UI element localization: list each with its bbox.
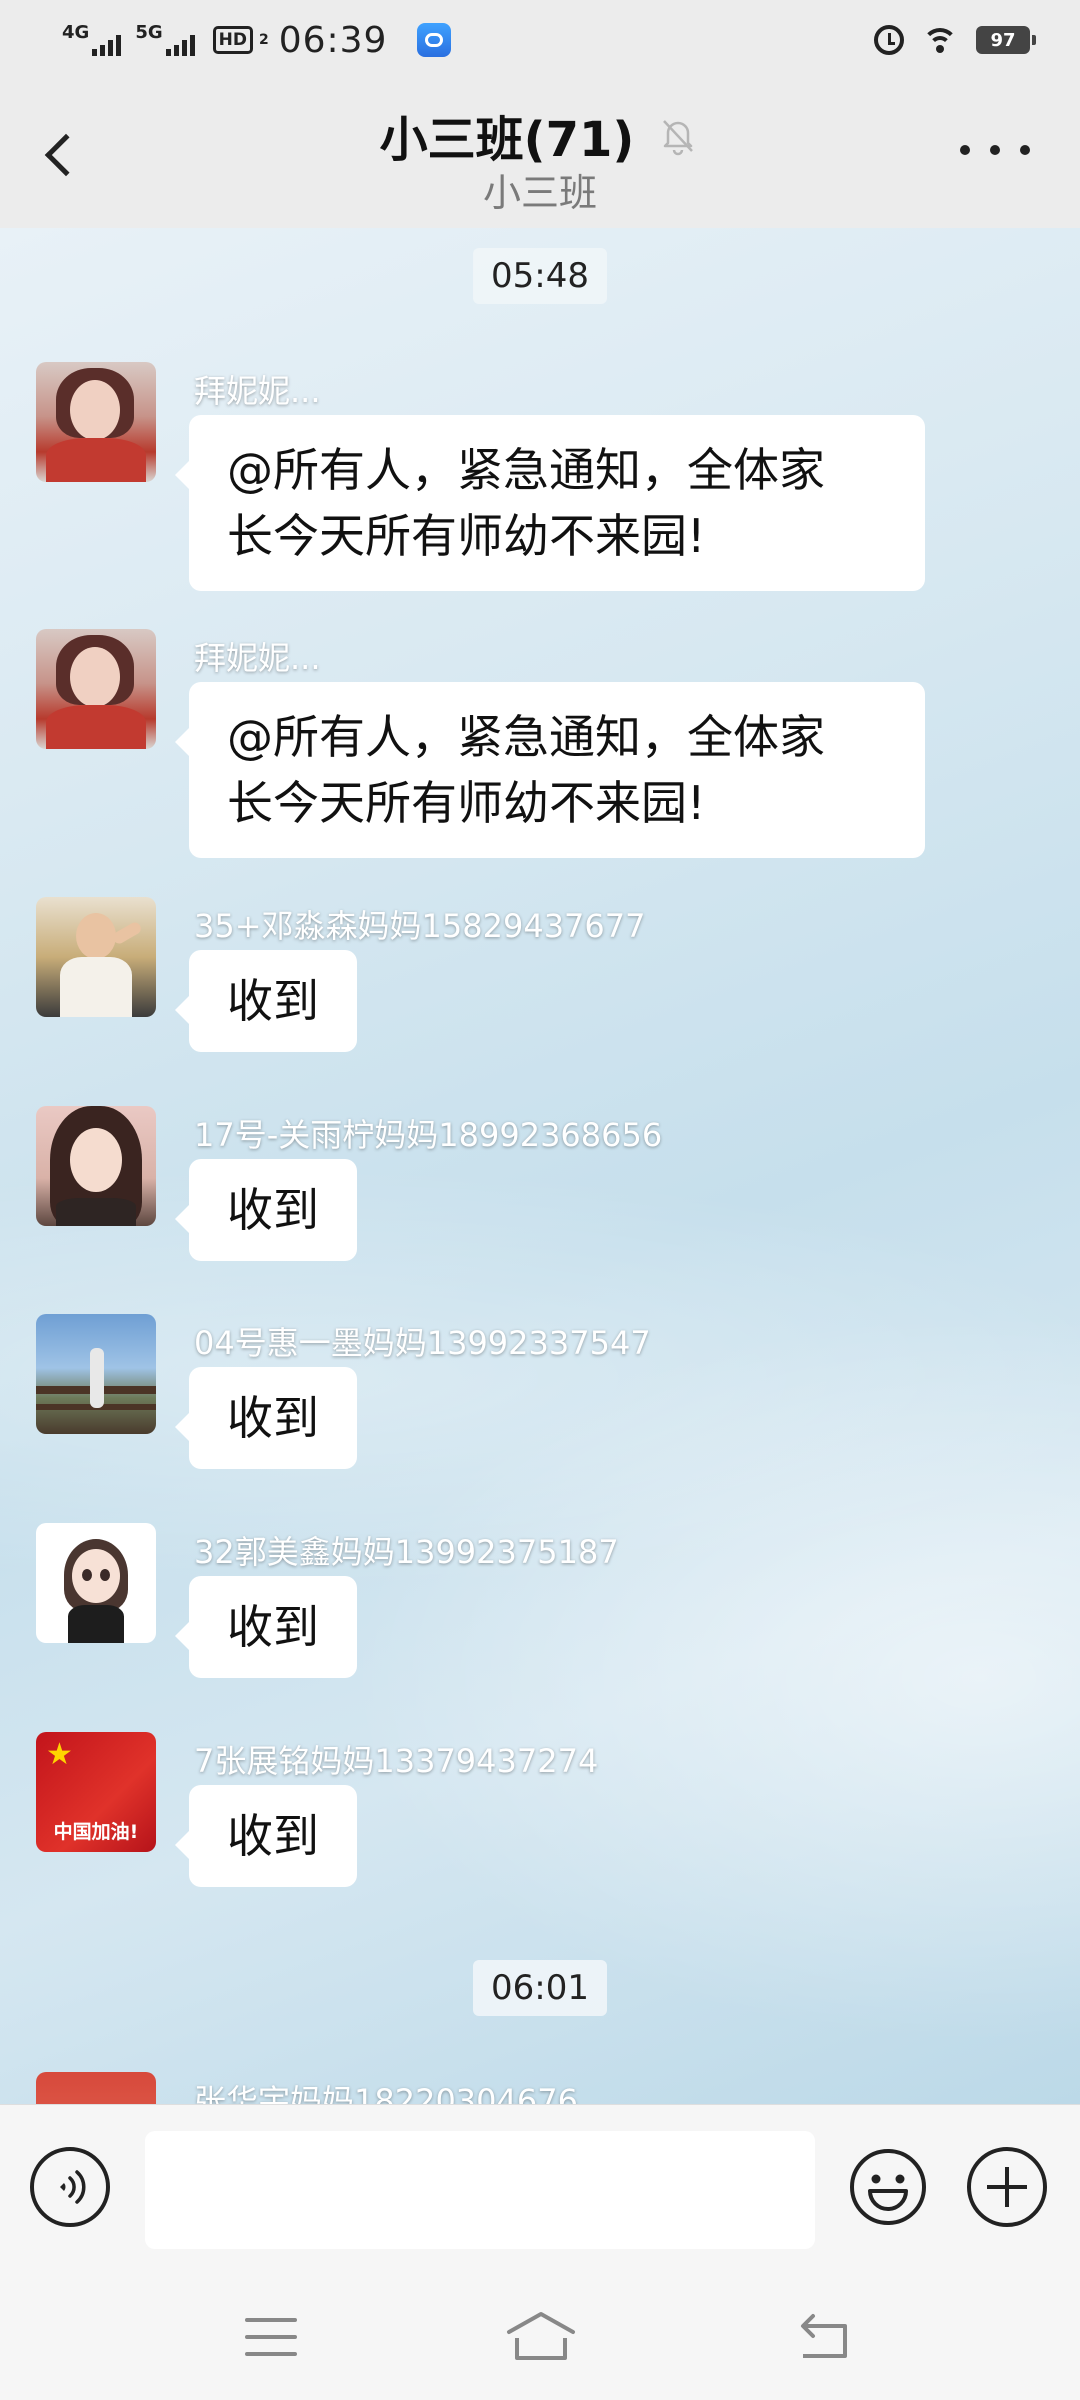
sender-name: 张华宇妈妈18220304676: [194, 2082, 578, 2104]
back-arrow-icon: [801, 2314, 847, 2358]
sender-name: 32郭美鑫妈妈13992375187: [194, 1533, 619, 1571]
chat-subtitle: 小三班: [482, 171, 597, 215]
sender-name: 拜妮妮...: [194, 372, 321, 410]
emoji-icon: [850, 2149, 926, 2225]
battery-icon: 97: [976, 26, 1036, 54]
signal-bars-icon: [165, 34, 195, 56]
signal-5g: 5G: [135, 22, 195, 56]
message-text: 收到: [227, 1600, 319, 1654]
message-text: 收到: [227, 1391, 319, 1445]
signal-bars-icon: [92, 34, 122, 56]
message-text: 收到: [227, 1809, 319, 1863]
sender-name: 拜妮妮...: [194, 639, 321, 677]
message-text-line: 长今天所有师幼不来园!: [227, 509, 706, 563]
message-item: 32郭美鑫妈妈13992375187 收到: [36, 1523, 1046, 1703]
sender-name: 04号惠一墨妈妈13992337547: [194, 1324, 651, 1362]
alarm-icon: [874, 25, 904, 55]
plus-button[interactable]: [967, 2147, 1047, 2227]
chat-title: 小三班(71): [379, 112, 635, 168]
avatar-boy-photo[interactable]: [36, 897, 156, 1017]
avatar-outdoor-photo[interactable]: [36, 1314, 156, 1434]
message-input[interactable]: [145, 2131, 815, 2249]
chat-message-list[interactable]: 05:48 拜妮妮... @所有人，紧急通知，全体家 长今天所有师幼不来园! 拜…: [0, 228, 1080, 2104]
network-type-label: 5G: [135, 22, 163, 43]
more-button[interactable]: [960, 130, 1030, 170]
status-right-group: 97: [874, 25, 1036, 55]
wifi-icon: [922, 26, 958, 54]
signal-4g: 4G: [62, 22, 122, 56]
message-text-line: 长今天所有师幼不来园!: [227, 776, 706, 830]
message-bubble[interactable]: 收到: [175, 950, 357, 1052]
message-bubble[interactable]: 收到: [175, 1159, 357, 1261]
voice-button[interactable]: [30, 2147, 110, 2227]
input-bar: [0, 2104, 1080, 2268]
app-notification-icon: [417, 23, 452, 57]
message-item: 17号-关雨柠妈妈18992368656 收到: [36, 1106, 1046, 1286]
message-text-line: @所有人，紧急通知，全体家: [227, 710, 825, 764]
message-item: 35+邓淼森妈妈15829437677 收到: [36, 897, 1046, 1077]
sender-name: 35+邓淼森妈妈15829437677: [194, 907, 646, 945]
message-item: 拜妮妮... @所有人，紧急通知，全体家 长今天所有师幼不来园!: [36, 362, 1046, 598]
message-item: 04号惠一墨妈妈13992337547 收到: [36, 1314, 1046, 1494]
message-text-line: @所有人，紧急通知，全体家: [227, 443, 825, 497]
message-text: 收到: [227, 1183, 319, 1237]
status-bar: 4G 5G HD 2 06:39 97: [0, 0, 1080, 80]
title-row: 小三班(71): [0, 100, 1080, 170]
hd-sub-label: 2: [258, 32, 269, 48]
sender-name: 17号-关雨柠妈妈18992368656: [194, 1116, 663, 1154]
message-item: ★ 中国加油! 7张展铭妈妈13379437274 收到: [36, 1732, 1046, 1912]
avatar-woman-red-shirt[interactable]: [36, 362, 156, 482]
message-item: 拜妮妮... @所有人，紧急通知，全体家 长今天所有师幼不来园!: [36, 629, 1046, 865]
emoji-button[interactable]: [848, 2147, 928, 2227]
message-bubble[interactable]: 收到: [175, 1785, 357, 1887]
avatar-caption: 中国加油!: [53, 1821, 139, 1843]
message-bubble[interactable]: 收到: [175, 1576, 357, 1678]
star-icon: ★: [46, 1737, 73, 1772]
avatar-partial[interactable]: [36, 2072, 156, 2104]
home-button[interactable]: [505, 2308, 577, 2364]
bell-off-icon: [656, 113, 700, 157]
message-bubble[interactable]: @所有人，紧急通知，全体家 长今天所有师幼不来园!: [175, 682, 925, 858]
avatar-woman-portrait[interactable]: [36, 1106, 156, 1226]
hd-badge: HD: [212, 26, 253, 54]
sender-name: 7张展铭妈妈13379437274: [194, 1742, 599, 1780]
recent-apps-button[interactable]: [245, 2318, 297, 2356]
message-text: 收到: [227, 974, 319, 1028]
avatar-china-flag[interactable]: ★ 中国加油!: [36, 1732, 156, 1852]
message-bubble[interactable]: @所有人，紧急通知，全体家 长今天所有师幼不来园!: [175, 415, 925, 591]
home-icon: [507, 2312, 575, 2360]
time-divider: 06:01: [473, 1960, 607, 2016]
avatar-cartoon-girl[interactable]: [36, 1523, 156, 1643]
chat-header: 小三班(71) 小三班: [0, 80, 1080, 228]
back-nav-button[interactable]: [795, 2312, 853, 2362]
avatar-woman-red-shirt[interactable]: [36, 629, 156, 749]
system-nav-bar: [0, 2268, 1080, 2400]
status-time: 06:39: [278, 19, 388, 61]
voice-icon: [60, 2170, 86, 2204]
more-dots-icon: [960, 145, 970, 155]
time-divider: 05:48: [473, 248, 607, 304]
message-item: 张华宇妈妈18220304676: [36, 2072, 1046, 2104]
message-bubble[interactable]: 收到: [175, 1367, 357, 1469]
network-type-label: 4G: [62, 22, 90, 43]
